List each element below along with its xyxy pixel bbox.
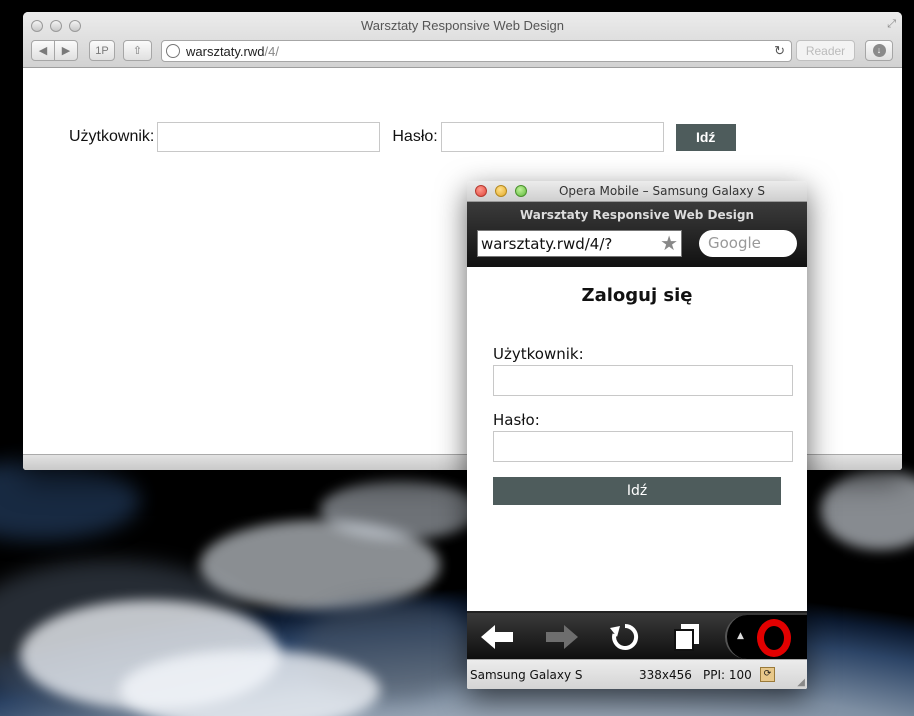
device-name: Samsung Galaxy S xyxy=(470,668,583,682)
back-icon: ◀ xyxy=(38,45,48,57)
submit-button[interactable]: Idź xyxy=(493,477,781,505)
opera-page-title: Warsztaty Responsive Web Design xyxy=(519,208,755,222)
opera-page-content: Zaloguj się Użytkownik: Hasło: Idź xyxy=(467,267,807,611)
reader-button[interactable]: Reader xyxy=(796,40,855,61)
bookmark-star-icon[interactable]: ★ xyxy=(660,231,678,256)
user-input[interactable] xyxy=(493,365,793,396)
rotate-icon[interactable]: ⟳ xyxy=(760,667,775,682)
user-label: Użytkownik: xyxy=(493,345,584,363)
user-input[interactable] xyxy=(157,122,381,152)
address-path: /4/ xyxy=(264,43,279,59)
back-button[interactable]: ◀ xyxy=(31,40,55,61)
arrow-right-icon[interactable] xyxy=(544,625,578,649)
tabs-icon[interactable] xyxy=(672,622,702,652)
opera-bottom-toolbar: ▲ xyxy=(467,611,807,659)
login-heading: Zaloguj się xyxy=(581,285,693,306)
reload-icon[interactable] xyxy=(610,622,640,652)
safari-titlebar: Warsztaty Responsive Web Design ⤢ ◀ ▶ 1P… xyxy=(23,12,902,68)
reload-icon[interactable]: ↻ xyxy=(774,43,785,59)
opera-status-bar: Samsung Galaxy S 338x456 PPI: 100 ⟳ ◢ xyxy=(467,659,807,689)
opera-menu-button[interactable]: ▲ xyxy=(725,615,807,659)
opera-url-field[interactable]: warsztaty.rwd/4/? ★ xyxy=(477,230,682,257)
onepassword-button[interactable]: 1P xyxy=(89,40,115,61)
address-bar[interactable]: warsztaty.rwd/4/ ↻ xyxy=(161,40,792,62)
opera-search-field[interactable]: Google xyxy=(699,230,797,257)
window-title: Warsztaty Responsive Web Design xyxy=(360,18,565,33)
user-label: Użytkownik: xyxy=(69,128,155,145)
arrow-left-icon[interactable] xyxy=(481,625,515,649)
downloads-button[interactable]: ↓ xyxy=(865,40,893,61)
password-input[interactable] xyxy=(440,122,664,152)
globe-icon xyxy=(166,44,180,58)
forward-icon: ▶ xyxy=(61,45,71,57)
opera-window-title: Opera Mobile – Samsung Galaxy S xyxy=(558,184,766,198)
resize-grip-icon[interactable]: ◢ xyxy=(797,677,805,688)
screen-resolution: 338x456 xyxy=(639,668,692,682)
caret-up-icon: ▲ xyxy=(737,631,744,641)
password-input[interactable] xyxy=(493,431,793,462)
opera-url-text: warsztaty.rwd/4/? xyxy=(481,235,613,253)
forward-button[interactable]: ▶ xyxy=(54,40,78,61)
ppi-value: PPI: 100 xyxy=(703,668,752,682)
opera-browser-chrome: Warsztaty Responsive Web Design warsztat… xyxy=(467,202,807,267)
login-form: Użytkownik: Hasło: Idź xyxy=(69,122,736,152)
onepassword-icon: 1P xyxy=(95,44,109,57)
password-label: Hasło: xyxy=(392,128,438,145)
opera-mobile-window: Opera Mobile – Samsung Galaxy S Warsztat… xyxy=(467,181,807,689)
share-button[interactable]: ⇧ xyxy=(123,40,152,61)
share-icon: ⇧ xyxy=(132,45,143,57)
password-label: Hasło: xyxy=(493,411,540,429)
fullscreen-icon[interactable]: ⤢ xyxy=(887,18,896,31)
opera-logo-icon xyxy=(757,619,791,657)
address-host: warsztaty.rwd xyxy=(186,43,265,59)
opera-titlebar: Opera Mobile – Samsung Galaxy S xyxy=(467,181,807,202)
download-icon: ↓ xyxy=(872,44,886,57)
submit-button[interactable]: Idź xyxy=(675,123,736,151)
